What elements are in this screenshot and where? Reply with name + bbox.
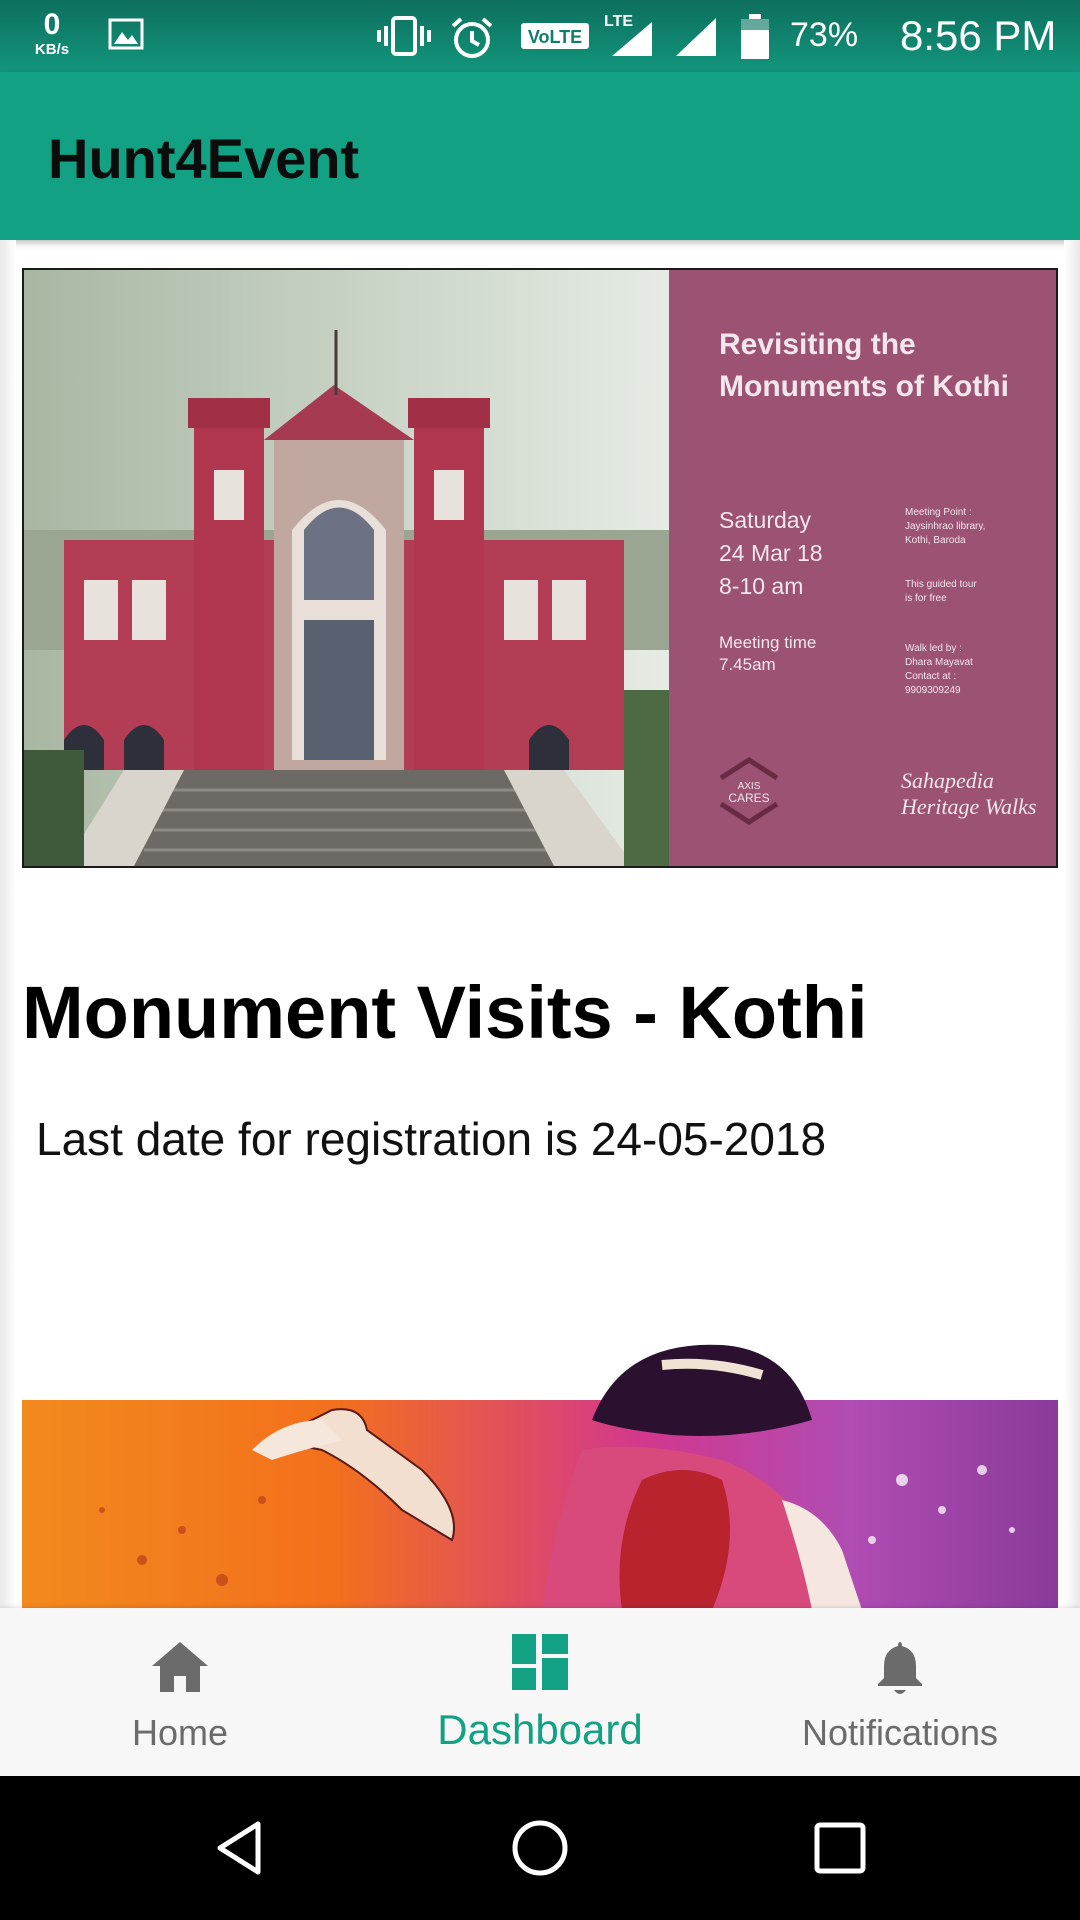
network-speed-unit: KB/s [34, 41, 70, 58]
app-bar: Hunt4Event [0, 72, 1080, 240]
poster-series-name: Sahapedia Heritage Walks [901, 768, 1037, 819]
poster-walk-leader: Walk led by : Dhara Mayavat Contact at :… [905, 643, 973, 696]
poster-date: Saturday 24 Mar 18 8-10 am [719, 507, 823, 599]
status-bar: 0 KB/s VoLTE LTE 73% 8:56 PM [0, 0, 1080, 72]
signal-icon [676, 18, 716, 56]
nav-item-notifications[interactable]: Notifications [720, 1608, 1080, 1776]
recents-icon[interactable] [810, 1818, 870, 1878]
home-icon [152, 1642, 208, 1692]
event-banner-image[interactable] [22, 1310, 1058, 1608]
poster-title: Revisiting the Monuments of Kothi [719, 328, 1009, 403]
event-title[interactable]: Monument Visits - Kothi [22, 970, 868, 1055]
bell-icon [878, 1642, 922, 1694]
poster-meeting-time: Meeting time 7.45am [719, 633, 817, 674]
app-title: Hunt4Event [48, 127, 360, 190]
registration-deadline: Last date for registration is 24-05-2018 [36, 1113, 827, 1165]
nav-label-home: Home [131, 1712, 229, 1753]
bottom-navigation: Home Dashboard Notifications [0, 1608, 1080, 1776]
battery-percentage: 73% [790, 16, 859, 54]
nav-label-notifications: Notifications [801, 1712, 999, 1753]
svg-text:LTE: LTE [604, 13, 633, 30]
nav-label-dashboard: Dashboard [437, 1706, 643, 1753]
system-navigation-bar [0, 1776, 1080, 1920]
nav-item-home[interactable]: Home [0, 1608, 360, 1776]
dashboard-icon [512, 1634, 568, 1690]
event-poster: Revisiting the Monuments of Kothi Saturd… [669, 270, 1056, 866]
gallery-icon [108, 18, 144, 50]
event-banner-image[interactable]: Revisiting the Monuments of Kothi Saturd… [22, 268, 1058, 868]
event-list[interactable]: Revisiting the Monuments of Kothi Saturd… [0, 240, 1080, 1608]
poster-meeting-point: Meeting Point : Jaysinhrao library, Koth… [905, 507, 986, 546]
svg-text:VoLTE: VoLTE [528, 27, 582, 47]
alarm-icon [451, 17, 493, 58]
clock: 8:56 PM [900, 12, 1057, 59]
monument-photo [24, 270, 669, 866]
axis-cares-logo: AXIS CARES [719, 757, 779, 825]
battery-icon [741, 14, 769, 59]
svg-text:CARES: CARES [728, 791, 769, 805]
nav-item-dashboard[interactable]: Dashboard [360, 1608, 720, 1776]
network-speed-value: 0 [43, 8, 61, 41]
vibrate-icon [377, 16, 431, 56]
card-edge [0, 240, 16, 1608]
volte-icon: VoLTE [521, 23, 589, 49]
network-speed-indicator: 0 KB/s [26, 8, 78, 58]
home-button-icon[interactable] [510, 1818, 570, 1878]
card-edge [1064, 240, 1080, 1608]
dancer-artwork [99, 1344, 1015, 1608]
poster-free-note: This guided tour is for free [905, 579, 977, 604]
lte-signal-icon: LTE [604, 13, 652, 56]
back-icon[interactable] [210, 1818, 270, 1878]
